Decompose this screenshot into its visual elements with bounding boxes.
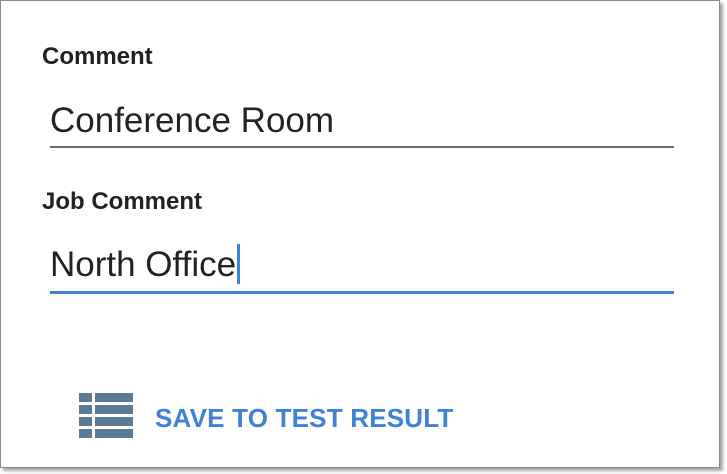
list-icon (79, 393, 133, 444)
job-comment-label: Job Comment (42, 188, 203, 215)
comment-input[interactable]: Conference Room (50, 99, 674, 143)
save-to-test-result-label: SAVE TO TEST RESULT (155, 403, 454, 433)
comment-input-value: Conference Room (50, 101, 335, 140)
text-cursor (237, 244, 241, 284)
save-to-test-result-button[interactable]: SAVE TO TEST RESULT (79, 393, 454, 444)
comment-input-underline (50, 146, 674, 148)
job-comment-input[interactable]: North Office (50, 243, 674, 287)
comment-dialog: Comment Conference Room Job Comment Nort… (0, 0, 720, 468)
job-comment-input-value: North Office (50, 245, 237, 284)
job-comment-input-underline (50, 291, 674, 294)
comment-label: Comment (42, 43, 153, 70)
